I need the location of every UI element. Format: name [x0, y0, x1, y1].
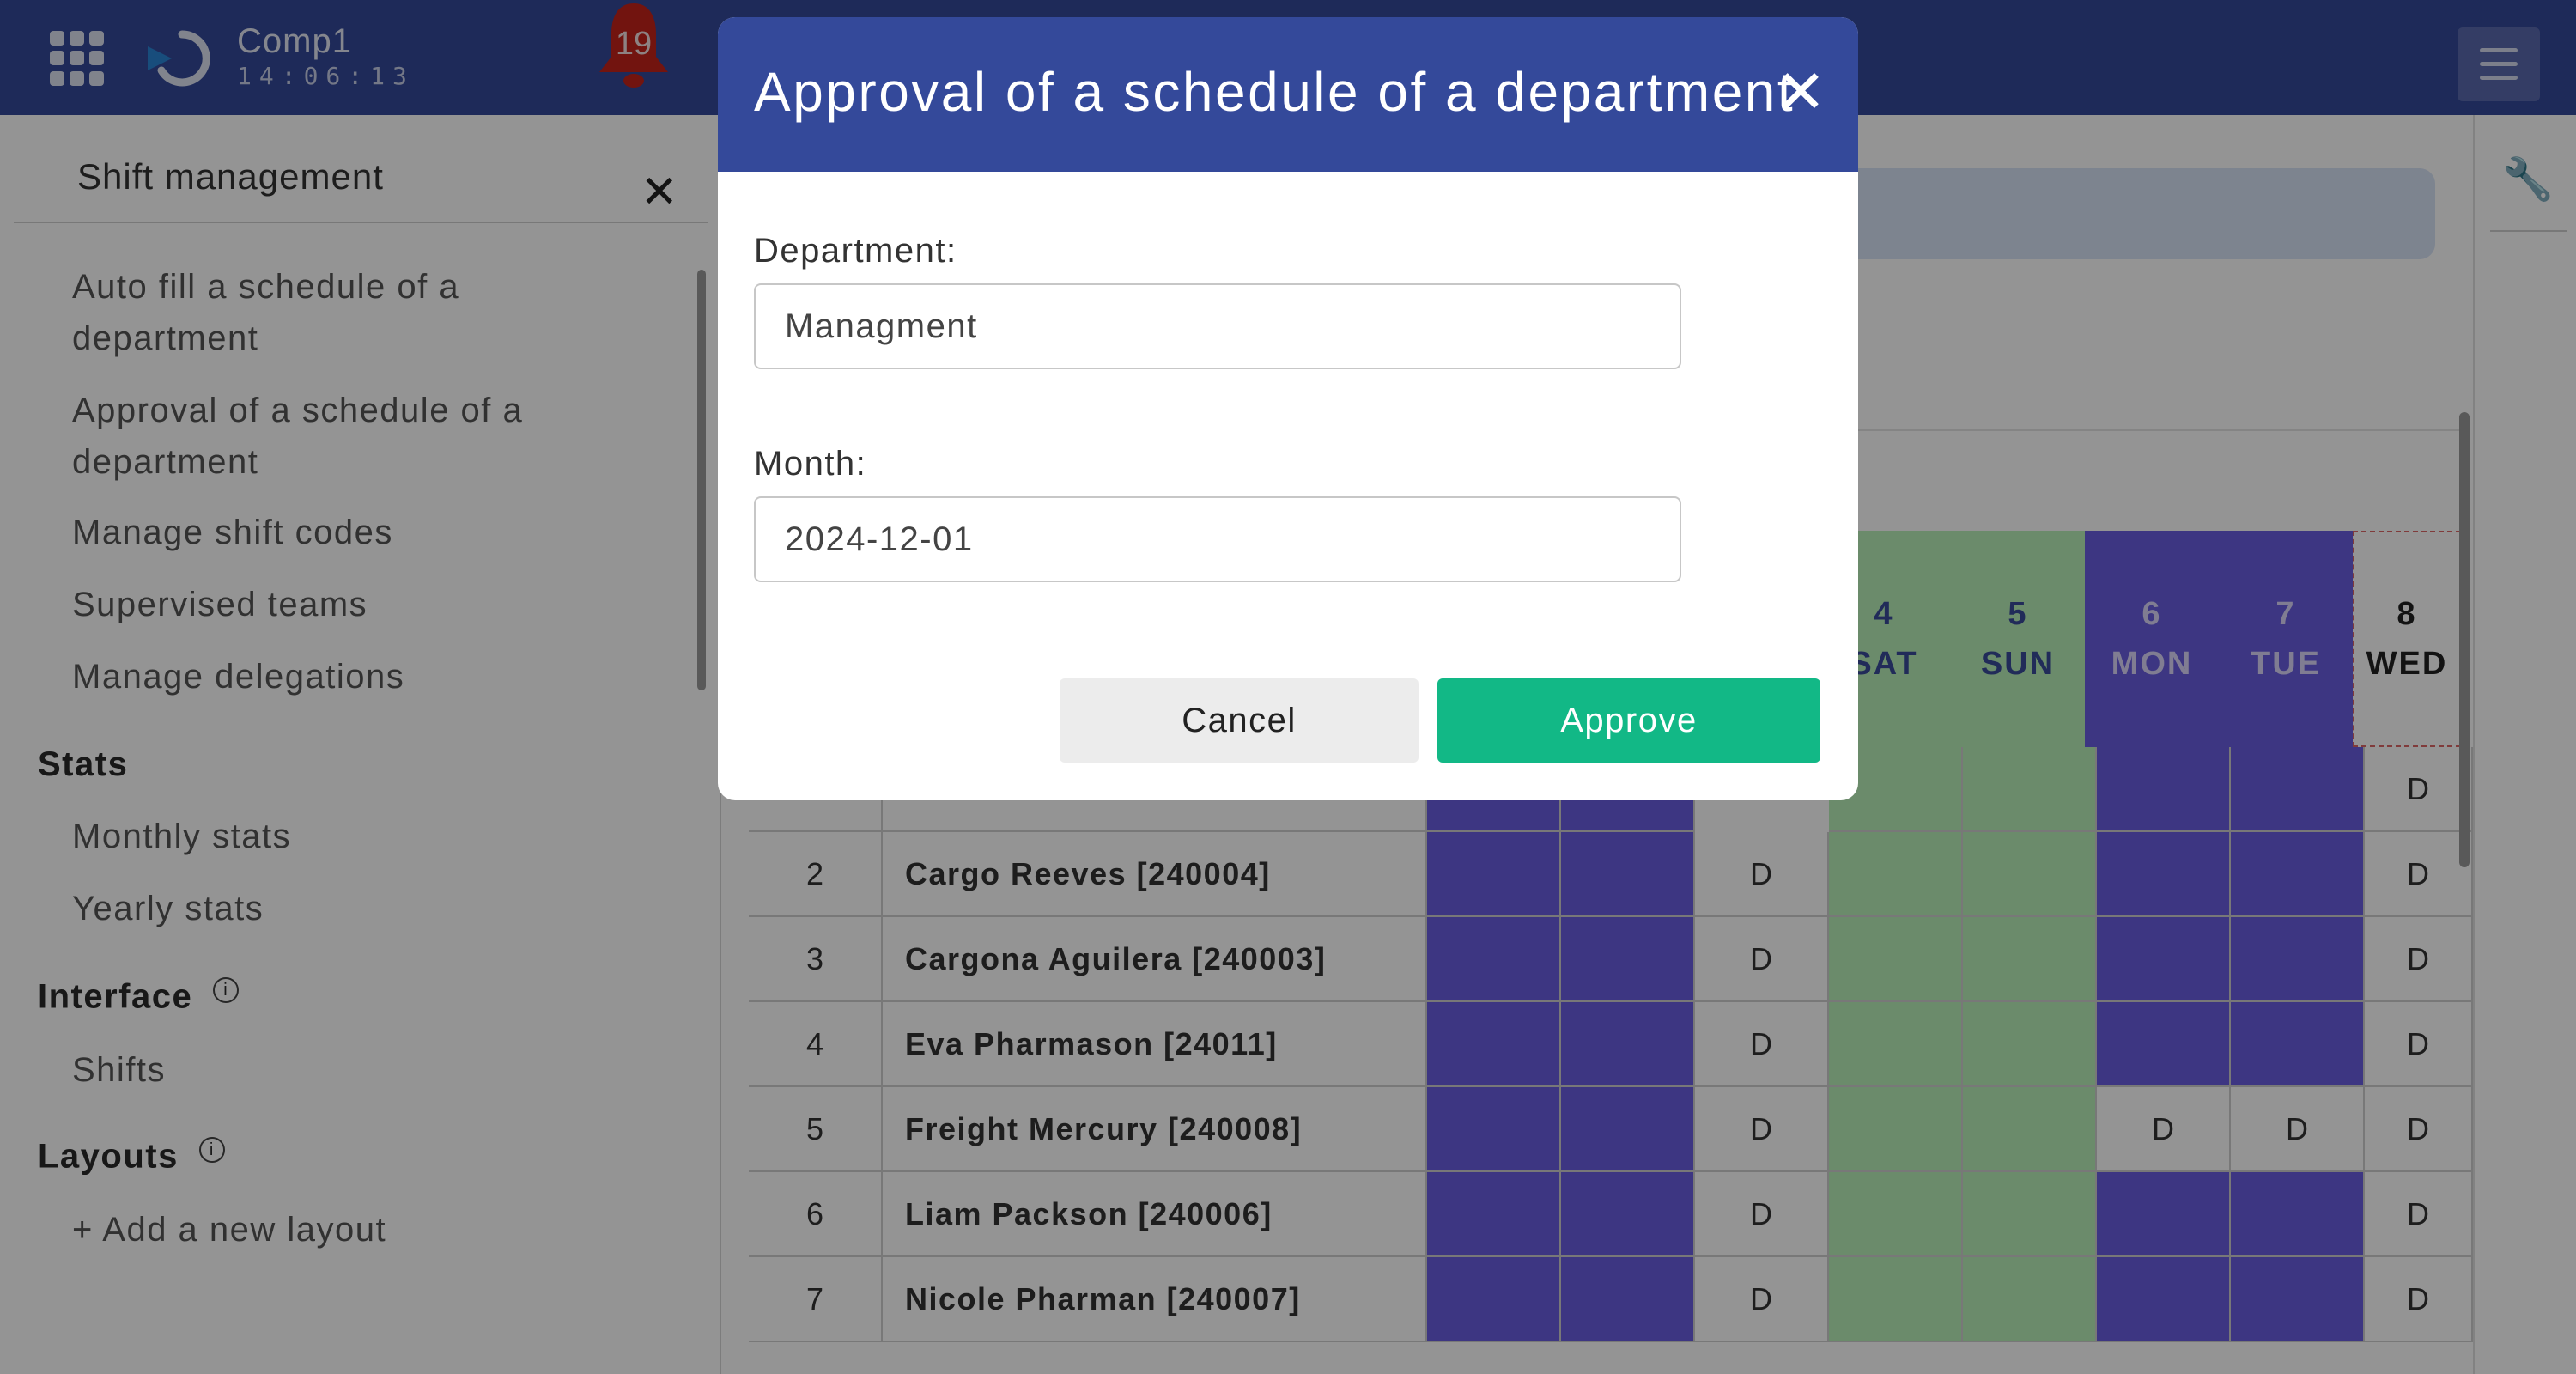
cancel-button[interactable]: Cancel	[1060, 678, 1419, 763]
month-label: Month:	[754, 445, 867, 483]
approve-button[interactable]: Approve	[1437, 678, 1820, 763]
modal-close-icon[interactable]: ✕	[1776, 62, 1826, 122]
modal-title: Approval of a schedule of a department	[754, 61, 1795, 123]
month-field[interactable]: 2024-12-01	[754, 496, 1681, 582]
modal-header: Approval of a schedule of a department ✕	[718, 17, 1858, 172]
department-label: Department:	[754, 232, 957, 270]
department-field[interactable]: Managment	[754, 283, 1681, 369]
approval-modal: Approval of a schedule of a department ✕…	[718, 17, 1858, 800]
